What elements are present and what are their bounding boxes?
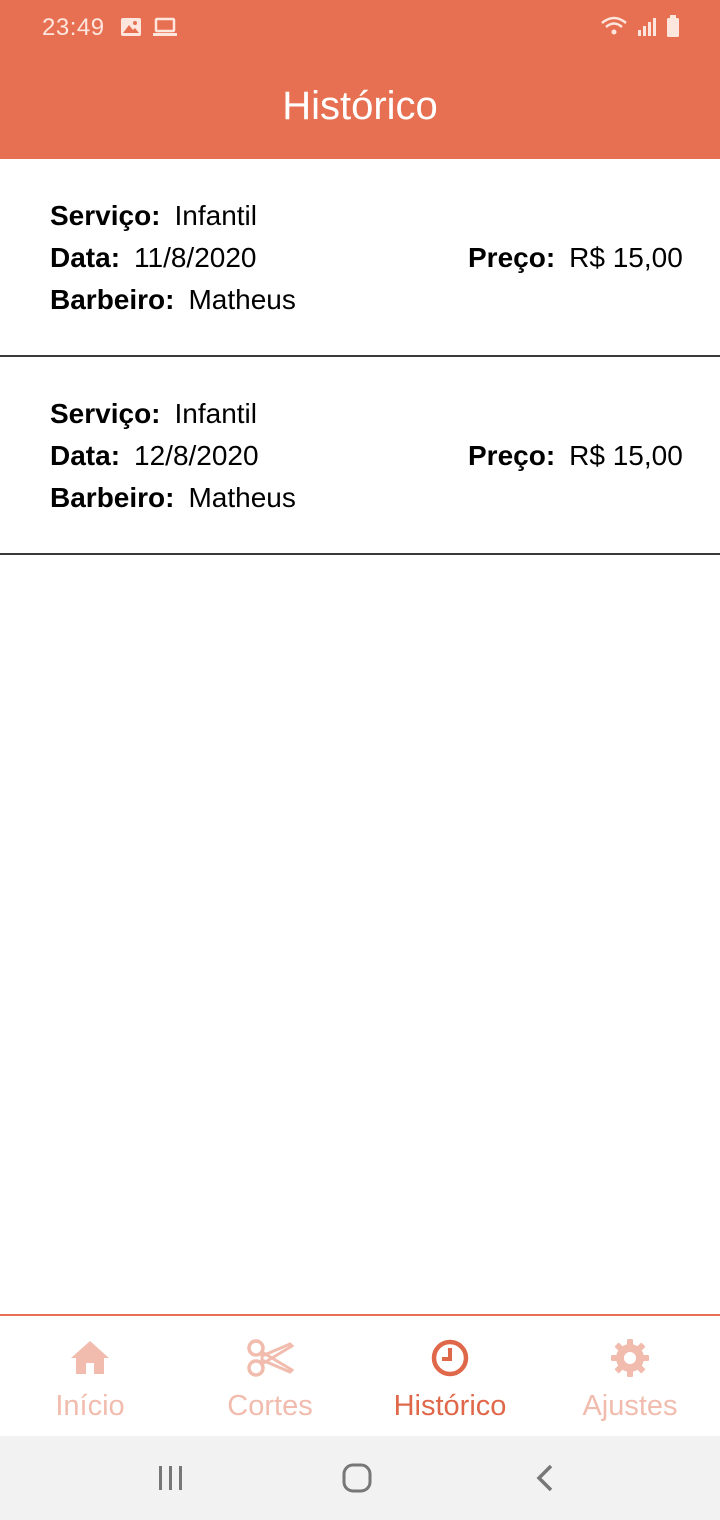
nav-item-inicio[interactable]: Início xyxy=(0,1316,180,1436)
nav-label-inicio: Início xyxy=(55,1390,125,1422)
page-title: Histórico xyxy=(282,84,438,128)
clock-icon xyxy=(430,1338,470,1378)
nav-item-historico[interactable]: Histórico xyxy=(360,1316,540,1436)
price-label: Preço: xyxy=(468,440,556,471)
nav-label-historico: Histórico xyxy=(393,1390,507,1422)
home-button-icon[interactable] xyxy=(337,1458,377,1498)
nav-label-ajustes: Ajustes xyxy=(582,1390,678,1422)
scissors-icon xyxy=(247,1338,295,1378)
history-list: Serviço: Infantil Data: 11/8/2020 Barbeiro… xyxy=(0,159,720,555)
bottom-nav: Início Cortes Histórico Ajustes xyxy=(0,1314,720,1436)
barber-label: Barbeiro: xyxy=(50,284,175,315)
nav-item-cortes[interactable]: Cortes xyxy=(180,1316,360,1436)
service-value: Infantil xyxy=(174,398,258,429)
price-label: Preço: xyxy=(468,242,556,273)
service-label: Serviço: xyxy=(50,200,161,231)
date-value: 11/8/2020 xyxy=(134,242,257,273)
recent-apps-icon[interactable] xyxy=(150,1458,190,1498)
service-value: Infantil xyxy=(174,200,258,231)
nav-item-ajustes[interactable]: Ajustes xyxy=(540,1316,720,1436)
system-nav-bar xyxy=(0,1436,720,1520)
status-time: 23:49 xyxy=(42,14,105,41)
image-icon xyxy=(120,16,142,43)
price-value: R$ 15,00 xyxy=(569,440,683,471)
date-value: 12/8/2020 xyxy=(134,440,259,471)
history-item[interactable]: Serviço: Infantil Data: 11/8/2020 Barbeiro… xyxy=(0,159,720,357)
nav-label-cortes: Cortes xyxy=(227,1390,313,1422)
app-header: 23:49 Histórico xyxy=(0,0,720,159)
service-label: Serviço: xyxy=(50,398,161,429)
wifi-icon xyxy=(600,14,628,43)
price-value: R$ 15,00 xyxy=(569,242,683,273)
barber-label: Barbeiro: xyxy=(50,482,175,513)
battery-icon xyxy=(666,14,680,43)
barber-value: Matheus xyxy=(188,284,296,315)
signal-icon xyxy=(636,16,658,43)
gear-icon xyxy=(610,1338,650,1378)
home-icon xyxy=(70,1338,110,1378)
date-label: Data: xyxy=(50,242,121,273)
laptop-icon xyxy=(152,16,178,43)
status-bar: 23:49 xyxy=(0,0,720,56)
back-icon[interactable] xyxy=(525,1458,565,1498)
history-item[interactable]: Serviço: Infantil Data: 12/8/2020 Barbeiro… xyxy=(0,357,720,555)
barber-value: Matheus xyxy=(188,482,296,513)
date-label: Data: xyxy=(50,440,121,471)
